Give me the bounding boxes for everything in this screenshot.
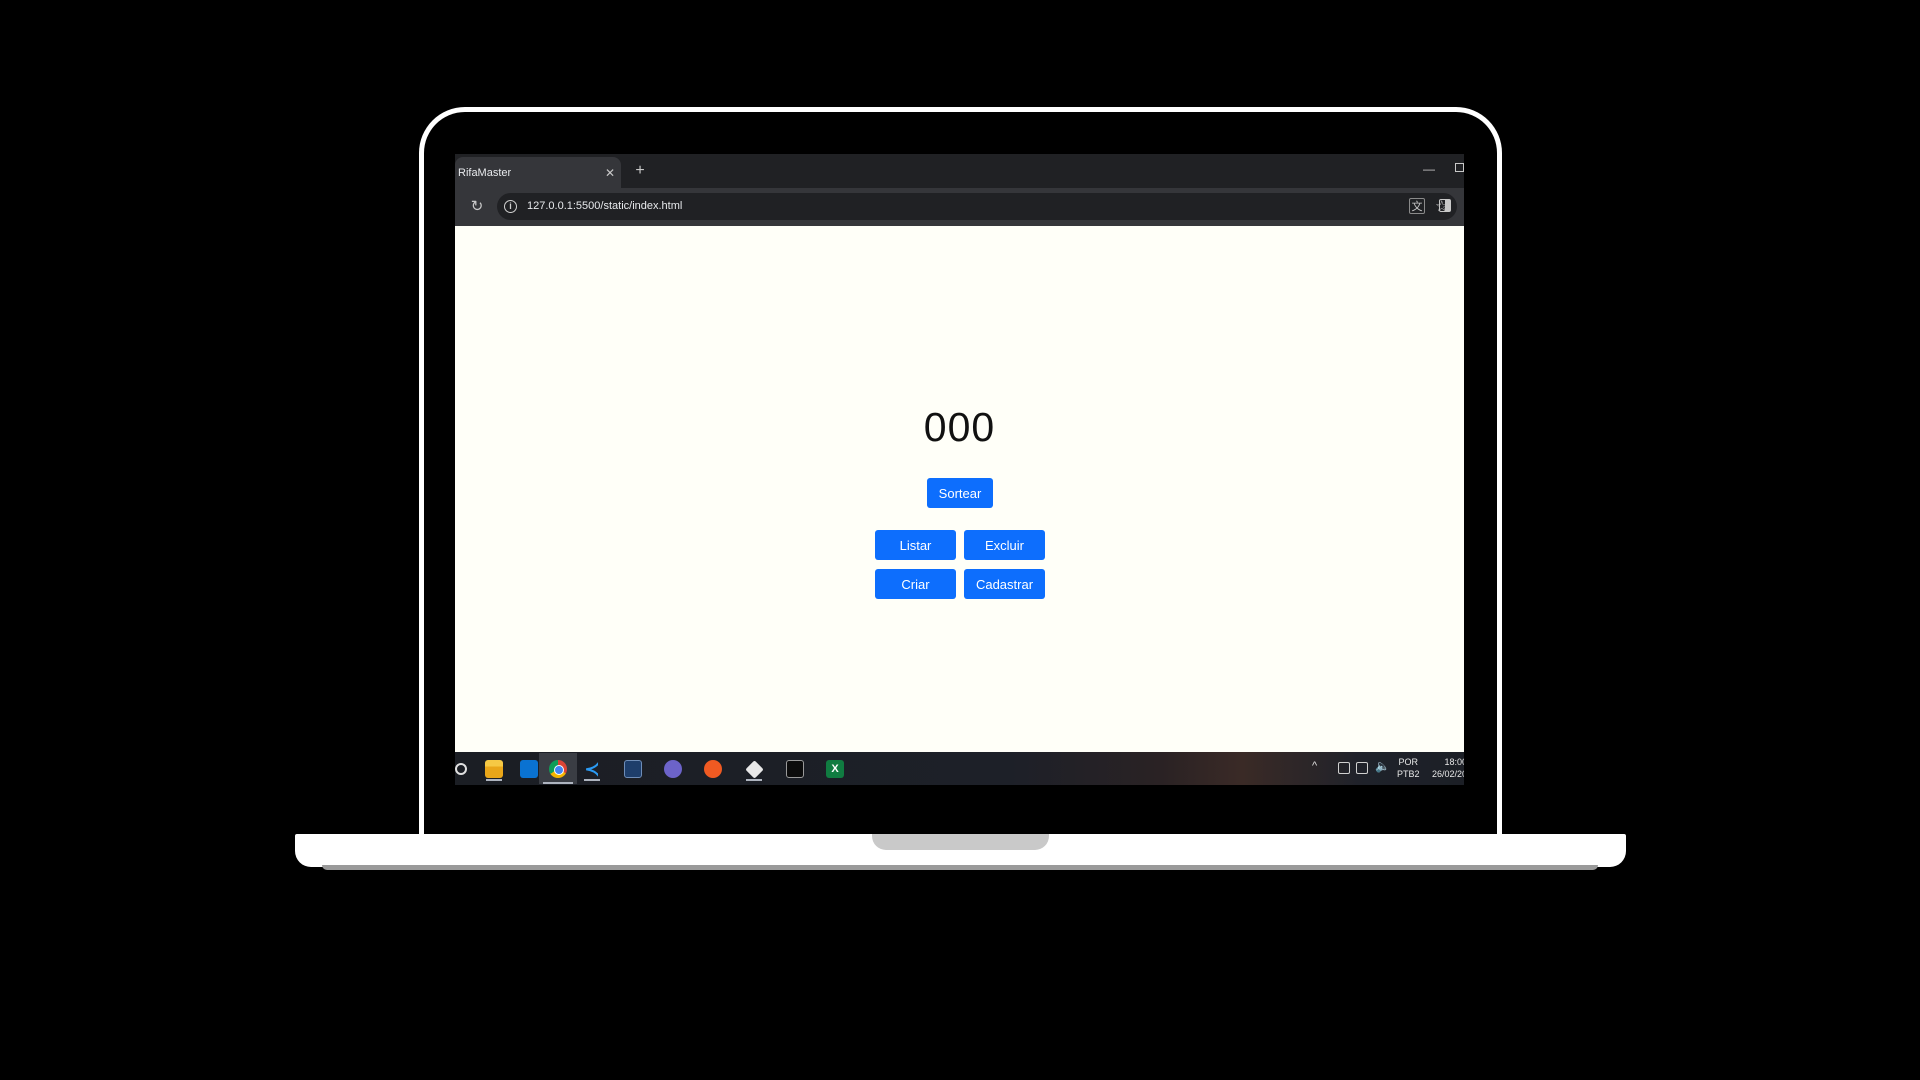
laptop-base-foot — [322, 865, 1598, 870]
site-info-icon[interactable]: i — [504, 200, 517, 213]
mail-icon[interactable] — [517, 757, 541, 781]
listar-button[interactable]: Listar — [875, 530, 956, 560]
clock-time: 18:00 — [1444, 757, 1464, 767]
tab-close-icon[interactable]: ✕ — [599, 166, 621, 180]
language-code: POR — [1398, 757, 1419, 767]
laptop-base-notch — [872, 834, 1049, 850]
search-icon[interactable] — [455, 757, 473, 781]
excel-icon[interactable]: X — [823, 757, 847, 781]
address-bar[interactable]: i 127.0.0.1:5500/static/index.html 文 ☆ — [497, 193, 1457, 220]
git-icon[interactable] — [742, 757, 766, 781]
meet-icon[interactable] — [1338, 762, 1350, 774]
taskbar-clock[interactable]: 18:00 26/02/20 — [1427, 756, 1464, 780]
url-text[interactable]: 127.0.0.1:5500/static/index.html — [527, 200, 682, 212]
file-explorer-icon[interactable] — [482, 757, 506, 781]
browser-tabbar: RifaMaster ✕ + — — [455, 154, 1464, 188]
tool-icon[interactable] — [621, 757, 645, 781]
browser-tab[interactable]: RifaMaster ✕ — [455, 157, 621, 188]
sortear-button[interactable]: Sortear — [927, 478, 993, 508]
windows-taskbar: ≺ X ^ 🔈 POR PTB2 18:00 26/02/20 — [455, 752, 1464, 785]
language-indicator[interactable]: POR PTB2 — [1397, 756, 1420, 780]
vscode-icon[interactable]: ≺ — [580, 757, 604, 781]
reload-icon[interactable]: ↻ — [467, 197, 487, 217]
show-hidden-icons-chevron-icon[interactable]: ^ — [1312, 760, 1317, 772]
page-viewport: 000 Sortear Listar Excluir Criar Cadastr… — [455, 226, 1464, 752]
side-panel-icon[interactable] — [1439, 199, 1451, 212]
tab-title: RifaMaster — [458, 166, 512, 179]
browser-toolbar: ↻ i 127.0.0.1:5500/static/index.html 文 ☆ — [455, 188, 1464, 226]
laptop-screen: RifaMaster ✕ + — ↻ i 127.0.0.1:5500/stat… — [455, 154, 1464, 785]
clock-date: 26/02/20 — [1431, 769, 1464, 779]
new-tab-button[interactable]: + — [629, 160, 651, 182]
sublime-icon[interactable] — [701, 757, 725, 781]
minimize-button[interactable]: — — [1423, 162, 1435, 176]
volume-icon[interactable]: 🔈 — [1375, 759, 1390, 773]
app-icon[interactable] — [661, 757, 685, 781]
network-icon[interactable] — [1356, 762, 1368, 774]
chrome-icon[interactable] — [539, 753, 577, 784]
terminal-icon[interactable] — [783, 757, 807, 781]
excluir-button[interactable]: Excluir — [964, 530, 1045, 560]
keyboard-layout: PTB2 — [1397, 769, 1420, 779]
cadastrar-button[interactable]: Cadastrar — [964, 569, 1045, 599]
drawn-number-display: 000 — [923, 404, 996, 450]
maximize-button[interactable] — [1455, 163, 1464, 172]
criar-button[interactable]: Criar — [875, 569, 956, 599]
translate-icon[interactable]: 文 — [1409, 198, 1425, 214]
